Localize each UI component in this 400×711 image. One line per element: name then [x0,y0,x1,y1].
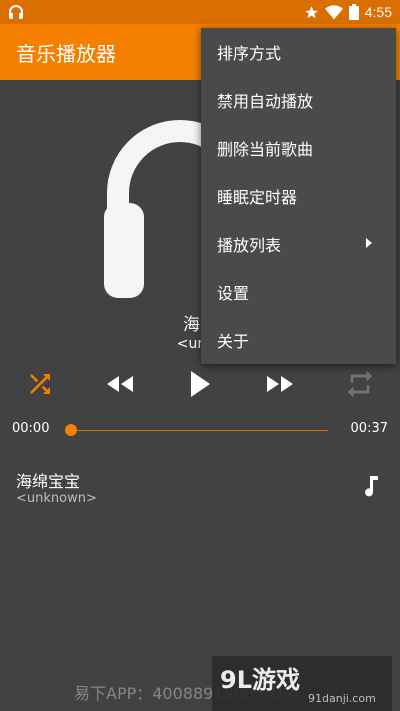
shuffle-icon [30,374,50,394]
previous-button[interactable] [96,360,144,408]
menu-item-label: 睡眠定时器 [217,188,298,207]
menu-item-settings[interactable]: 设置 [201,268,396,316]
status-right: 4:55 [304,4,392,20]
seek-thumb[interactable] [65,424,77,436]
progress-row: 00:00 00:37 [0,418,400,442]
list-item-title: 海绵宝宝 [16,472,81,491]
menu-item-label: 删除当前歌曲 [217,140,314,159]
watermark: 易下APP：4008891800.COM 9L游戏 91danji.com [0,656,400,711]
rewind-icon [107,376,133,392]
menu-item-label: 排序方式 [217,44,282,63]
star-icon [305,5,318,18]
total-time: 00:37 [350,421,388,436]
shuffle-button[interactable] [16,360,64,408]
current-time: 00:00 [12,421,50,436]
menu-item-sleep-timer[interactable]: 睡眠定时器 [201,172,396,220]
menu-item-label: 播放列表 [217,236,282,255]
menu-item-label: 禁用自动播放 [217,92,314,111]
menu-item-label: 关于 [217,332,250,351]
overflow-menu: 排序方式 禁用自动播放 删除当前歌曲 睡眠定时器 播放列表 设置 关于 [201,28,396,364]
menu-item-label: 设置 [217,284,250,303]
next-button[interactable] [256,360,304,408]
battery-icon [348,4,359,20]
menu-item-delete-song[interactable]: 删除当前歌曲 [201,124,396,172]
submenu-arrow-icon [366,238,372,248]
status-bar: 4:55 [0,0,400,24]
watermark-site: 91danji.com [308,692,376,705]
play-icon [191,371,210,397]
watermark-logo-text: 9L游戏 [220,666,300,694]
repeat-icon [348,370,372,398]
menu-item-disable-autoplay[interactable]: 禁用自动播放 [201,76,396,124]
menu-item-playlist[interactable]: 播放列表 [201,220,396,268]
status-time: 4:55 [364,4,392,20]
app-title: 音乐播放器 [16,41,116,66]
menu-item-about[interactable]: 关于 [201,316,396,364]
watermark-logo: 9L游戏 91danji.com [212,656,392,711]
seek-bar[interactable] [70,430,328,431]
menu-item-sort[interactable]: 排序方式 [201,28,396,76]
fast-forward-icon [267,376,293,392]
status-left [8,4,24,20]
repeat-button[interactable] [336,360,384,408]
music-note-icon [365,476,378,497]
list-item-artist: <unknown> [16,491,97,506]
wifi-icon [324,4,343,19]
play-button[interactable] [176,360,224,408]
headphones-icon [9,5,23,19]
list-item[interactable]: 海绵宝宝 <unknown> [0,458,400,514]
playback-controls [0,360,400,408]
